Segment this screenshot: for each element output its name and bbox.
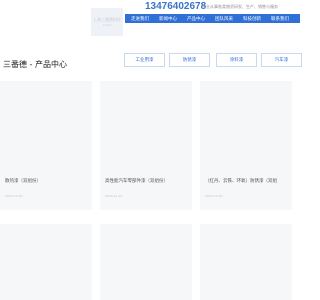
- product-date: 2020-12-20: [105, 194, 123, 198]
- hotline-phone: 13476402678: [145, 1, 207, 12]
- nav-item-news[interactable]: 新闻中心: [154, 16, 182, 22]
- company-tagline: 专业从事各类物资研发、生产、销售与服务: [202, 4, 278, 9]
- product-card[interactable]: 散热漆（双组份） 2020-12-20: [0, 81, 92, 210]
- nav-item-team[interactable]: 团队风采: [210, 16, 238, 22]
- product-card[interactable]: （红丹、云铁、环氧）防锈漆（双组 2020-12-20: [200, 81, 292, 210]
- product-title[interactable]: 散热漆（双组份）: [5, 178, 89, 184]
- product-date: 2020-12-20: [205, 194, 223, 198]
- nav-item-about[interactable]: 走进我们: [125, 16, 154, 22]
- product-card[interactable]: [0, 224, 92, 300]
- product-card[interactable]: [200, 224, 292, 300]
- nav-item-innovation[interactable]: 科技创新: [238, 16, 266, 22]
- product-card[interactable]: [100, 224, 192, 300]
- category-button-coating[interactable]: 涂料漆: [216, 53, 257, 67]
- nav-item-products[interactable]: 产品中心: [182, 16, 210, 22]
- main-nav: 首页 走进我们 新闻中心 产品中心 团队风采 科技创新 联系我们: [125, 14, 300, 23]
- category-button-antirust[interactable]: 防锈漆: [169, 53, 210, 67]
- page-title: 三番德 - 产品中心: [3, 60, 67, 69]
- category-button-industrial[interactable]: 工业用漆: [124, 53, 165, 67]
- nav-item-contact[interactable]: 联系我们: [266, 16, 294, 22]
- product-card[interactable]: 高性能汽车零部件漆（双组份） 2020-12-20: [100, 81, 192, 210]
- logo-sub: LOGO: [102, 22, 112, 27]
- category-button-auto[interactable]: 汽车漆: [261, 53, 302, 67]
- product-date: 2020-12-20: [5, 194, 23, 198]
- product-title[interactable]: （红丹、云铁、环氧）防锈漆（双组: [205, 178, 289, 184]
- product-title[interactable]: 高性能汽车零部件漆（双组份）: [105, 178, 189, 184]
- site-logo[interactable]: 上海三番德科技 LOGO: [91, 8, 123, 36]
